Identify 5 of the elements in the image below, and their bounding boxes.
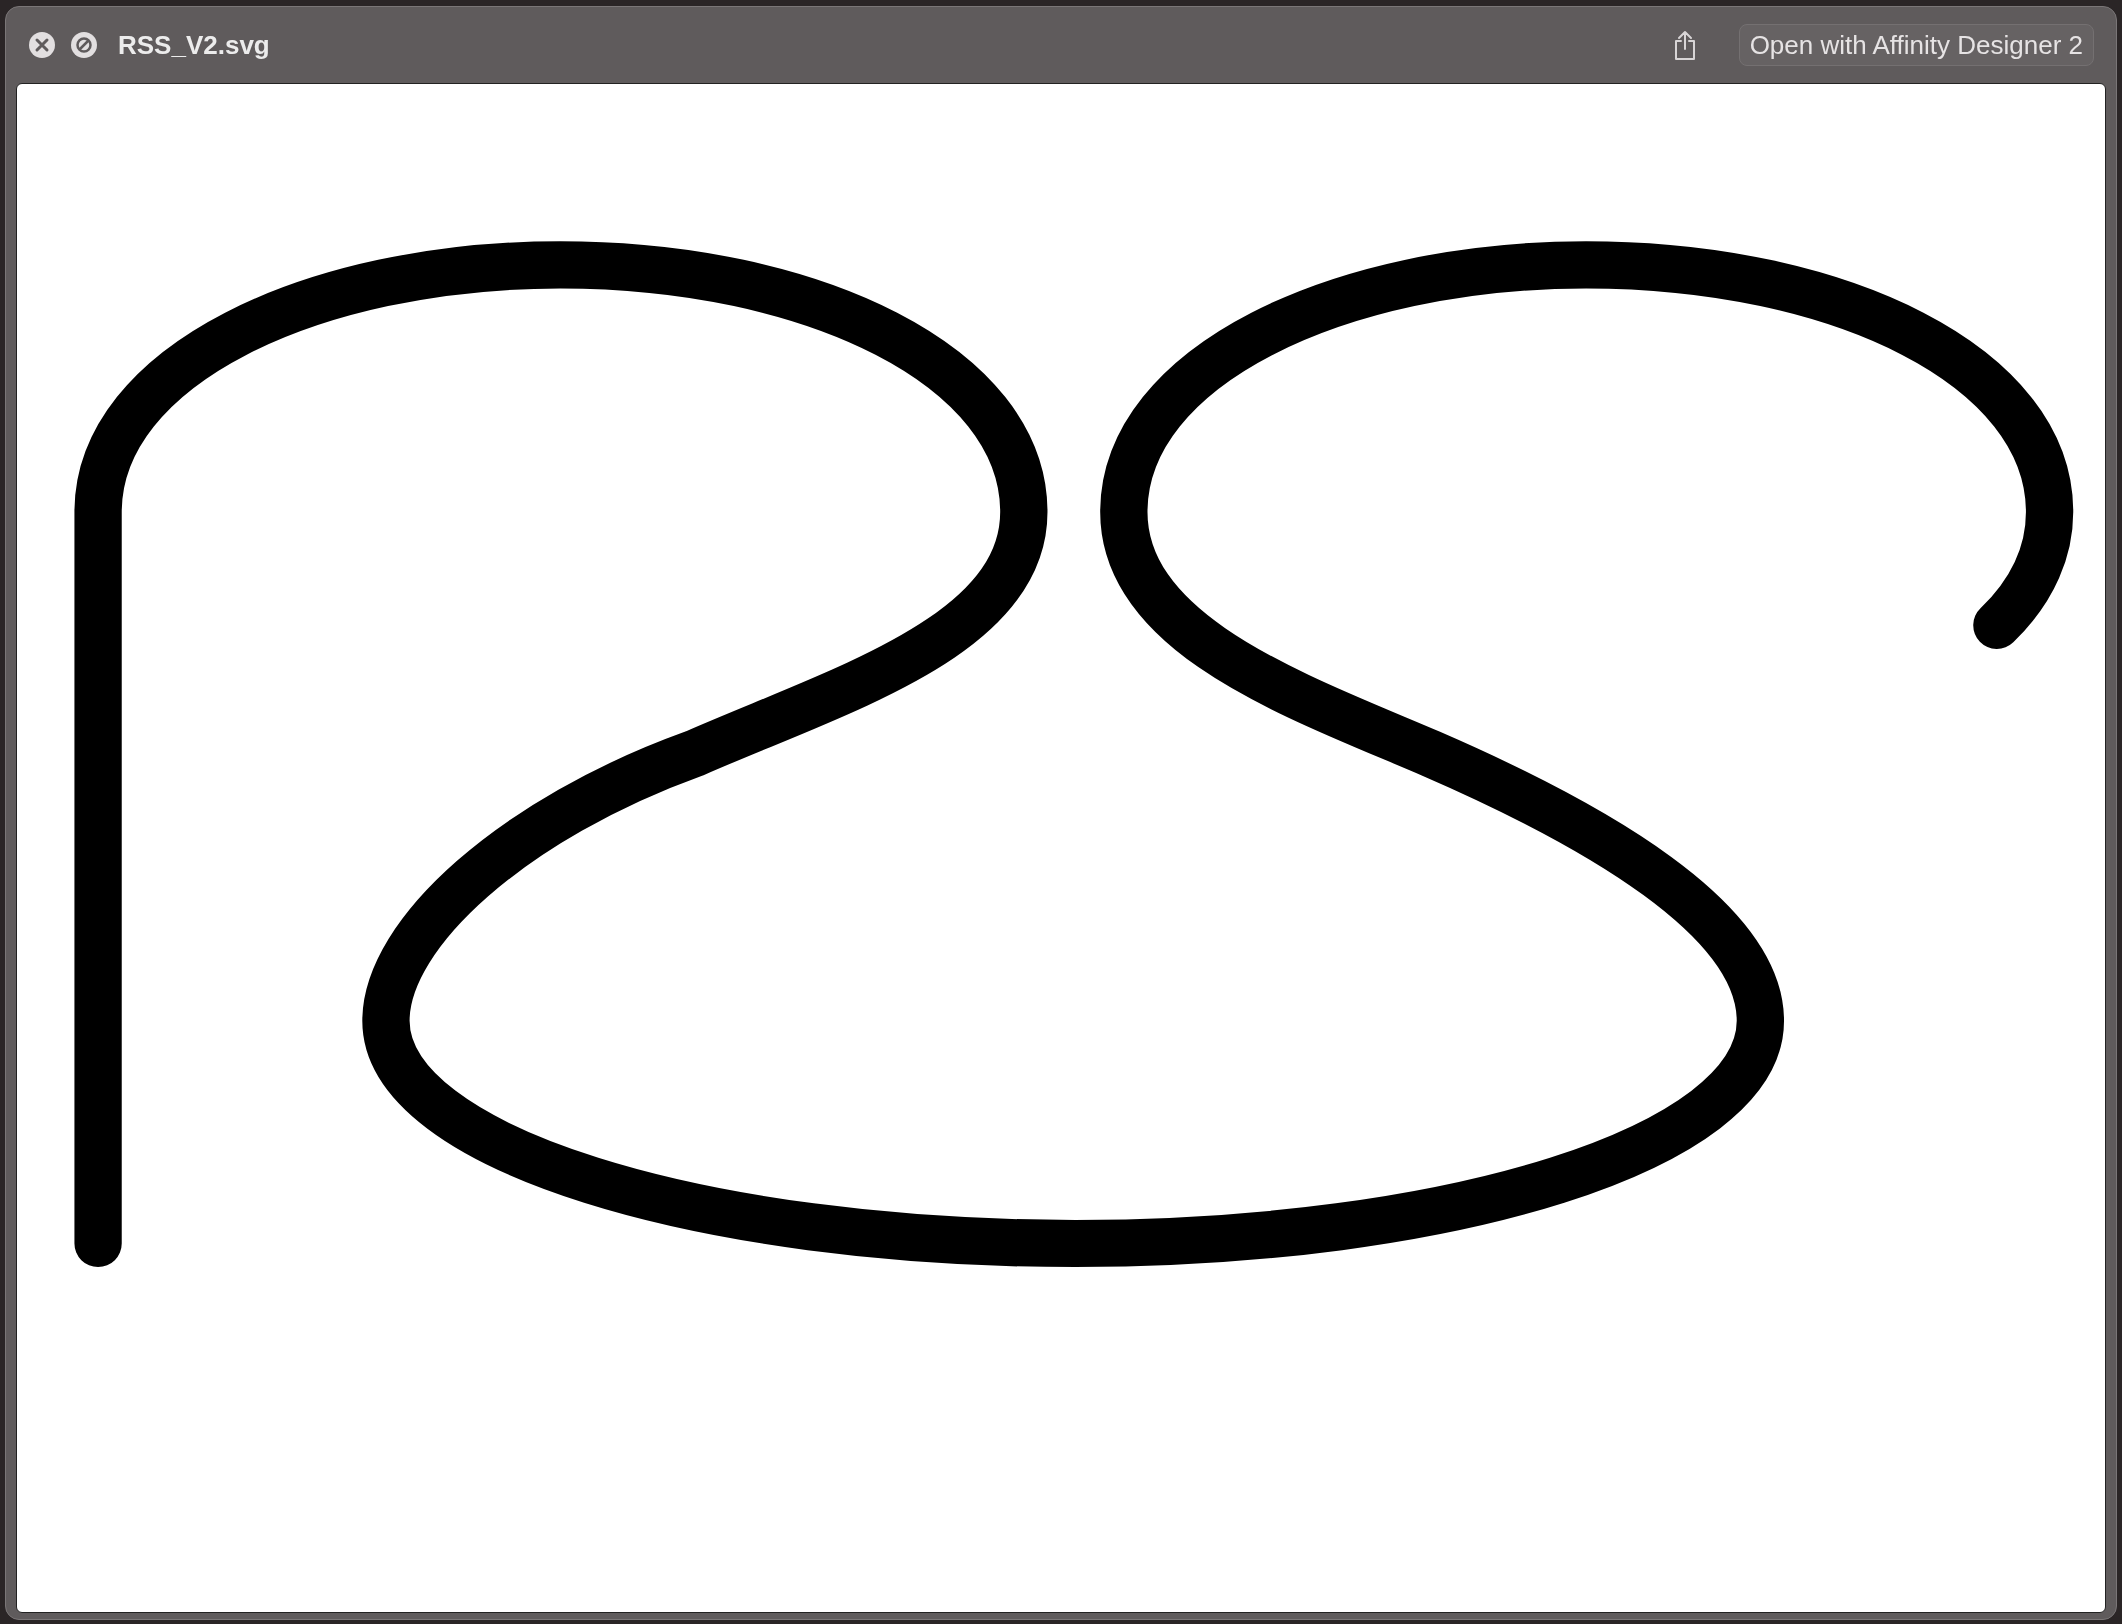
share-icon[interactable]: [1672, 29, 1697, 61]
close-icon[interactable]: [28, 31, 56, 59]
window-title: RSS_V2.svg: [118, 28, 270, 62]
open-with-button[interactable]: Open with Affinity Designer 2: [1738, 24, 2094, 66]
circle-slash-icon[interactable]: [70, 31, 98, 59]
